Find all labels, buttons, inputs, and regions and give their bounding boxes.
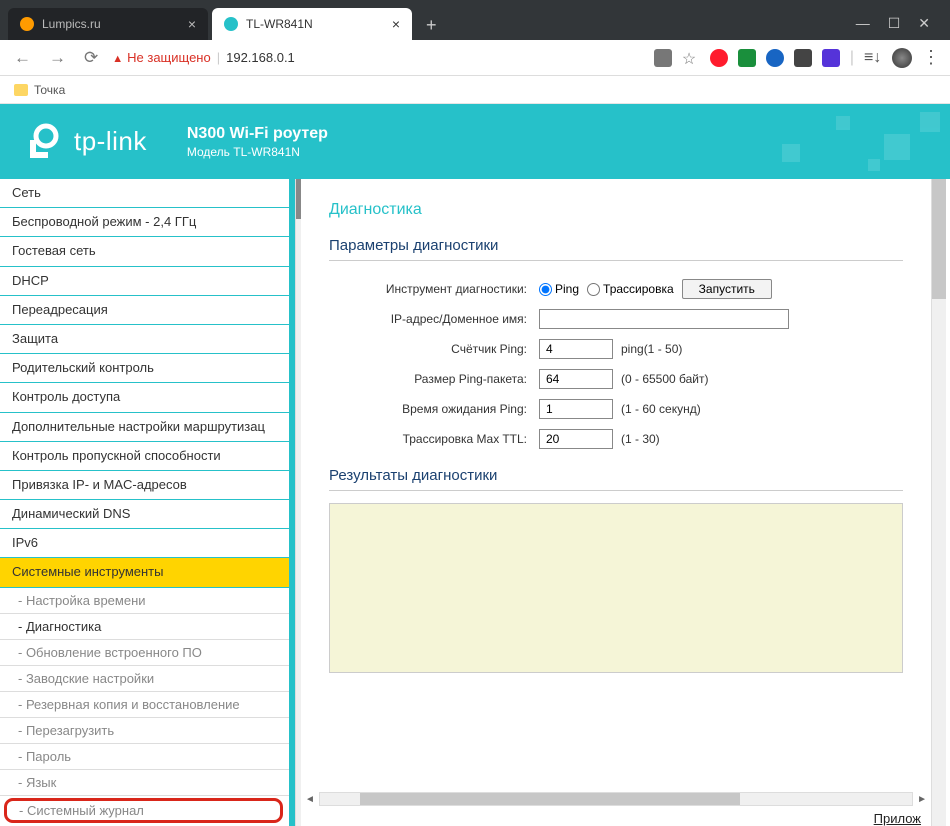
ext-translate-icon[interactable] <box>654 49 672 67</box>
sidebar[interactable]: СетьБеспроводной режим - 2,4 ГГцГостевая… <box>0 179 295 826</box>
sidebar-sub-item[interactable]: - Настройка времени <box>0 588 289 614</box>
ping-timeout-input[interactable] <box>539 399 613 419</box>
tab-inactive[interactable]: Lumpics.ru × <box>8 8 208 40</box>
maximize-icon[interactable]: ☐ <box>888 15 901 32</box>
ext-ad-icon[interactable] <box>822 49 840 67</box>
brand-text: tp-link <box>74 126 147 157</box>
sidebar-item[interactable]: Привязка IP- и MAC-адресов <box>0 471 289 500</box>
vertical-scrollbar[interactable] <box>931 179 946 826</box>
sidebar-item[interactable]: Защита <box>0 325 289 354</box>
profile-avatar[interactable] <box>892 48 912 68</box>
sidebar-item[interactable]: Беспроводной режим - 2,4 ГГц <box>0 208 289 237</box>
label-tool: Инструмент диагностики: <box>329 282 539 296</box>
ext-list-icon[interactable]: ≡↓ <box>864 49 882 67</box>
ext-music-icon[interactable] <box>738 49 756 67</box>
sidebar-sub-item[interactable]: - Язык <box>0 770 289 796</box>
sidebar-item[interactable]: Гостевая сеть <box>0 237 289 266</box>
sidebar-item[interactable]: DHCP <box>0 267 289 296</box>
header-title: N300 Wi-Fi роутер <box>187 125 328 143</box>
header-subtitle: Модель TL-WR841N <box>187 145 328 159</box>
sidebar-item[interactable]: Контроль пропускной способности <box>0 442 289 471</box>
window-controls: — ☐ ✕ <box>844 15 942 40</box>
radio-ping[interactable]: Ping <box>539 282 579 296</box>
reload-icon[interactable]: ⟳ <box>80 44 102 72</box>
folder-icon <box>14 84 28 96</box>
ext-opera-icon[interactable] <box>710 49 728 67</box>
sidebar-item[interactable]: Сеть <box>0 179 289 208</box>
trace-ttl-input[interactable] <box>539 429 613 449</box>
results-title: Результаты диагностики <box>329 467 903 491</box>
sidebar-sub-item[interactable]: - Перезагрузить <box>0 718 289 744</box>
radio-trace[interactable]: Трассировка <box>587 282 674 296</box>
hint-count: ping(1 - 50) <box>621 342 682 356</box>
address-bar: ← → ⟳ Не защищено | 192.168.0.1 ☆ | ≡↓ ⋮ <box>0 40 950 76</box>
close-icon[interactable]: × <box>188 16 196 32</box>
favicon <box>20 17 34 31</box>
label-ttl: Трассировка Max TTL: <box>329 432 539 446</box>
tab-label: Lumpics.ru <box>42 17 101 31</box>
tab-active[interactable]: TL-WR841N × <box>212 8 412 40</box>
sidebar-item[interactable]: Динамический DNS <box>0 500 289 529</box>
sidebar-item[interactable]: IPv6 <box>0 529 289 558</box>
header-pattern <box>690 104 950 179</box>
content-inner: Диагностика Параметры диагностики Инстру… <box>301 179 931 791</box>
security-warning: Не защищено <box>112 50 210 65</box>
hint-timeout: (1 - 60 секунд) <box>621 402 701 416</box>
ext-star-icon[interactable]: ☆ <box>682 49 700 67</box>
label-timeout: Время ожидания Ping: <box>329 402 539 416</box>
page-title: Диагностика <box>329 201 903 219</box>
tplink-logo-icon <box>24 122 64 162</box>
footer-link[interactable]: Прилож <box>301 807 931 826</box>
results-box <box>329 503 903 673</box>
ip-input[interactable] <box>539 309 789 329</box>
label-ip: IP-адрес/Доменное имя: <box>329 312 539 326</box>
ext-cube-icon[interactable] <box>794 49 812 67</box>
horizontal-scrollbar[interactable]: ◄ ► <box>301 791 931 807</box>
url-field[interactable]: Не защищено | 192.168.0.1 <box>112 50 644 65</box>
close-icon[interactable]: × <box>392 16 400 32</box>
label-size: Размер Ping-пакета: <box>329 372 539 386</box>
extensions: ☆ | ≡↓ ⋮ <box>654 47 940 68</box>
menu-icon[interactable]: ⋮ <box>922 47 940 68</box>
forward-icon[interactable]: → <box>45 44 70 72</box>
sidebar-item-system-log-highlighted[interactable]: - Системный журнал <box>4 798 283 823</box>
sidebar-item-system-tools[interactable]: Системные инструменты <box>0 558 289 587</box>
bookmark-folder[interactable]: Точка <box>14 83 65 97</box>
browser-tab-strip: Lumpics.ru × TL-WR841N × + — ☐ ✕ <box>0 0 950 40</box>
ping-size-input[interactable] <box>539 369 613 389</box>
back-icon[interactable]: ← <box>10 44 35 72</box>
sidebar-sub-item[interactable]: - Резервная копия и восстановление <box>0 692 289 718</box>
url-text: 192.168.0.1 <box>226 50 295 65</box>
section-title: Параметры диагностики <box>329 237 903 261</box>
bookmark-label: Точка <box>34 83 65 97</box>
run-button[interactable]: Запустить <box>682 279 772 299</box>
hint-ttl: (1 - 30) <box>621 432 660 446</box>
content-area: Диагностика Параметры диагностики Инстру… <box>295 179 950 826</box>
label-count: Счётчик Ping: <box>329 342 539 356</box>
sidebar-item[interactable]: Переадресация <box>0 296 289 325</box>
sidebar-item[interactable]: Дополнительные настройки маршрутизац <box>0 413 289 442</box>
hint-size: (0 - 65500 байт) <box>621 372 709 386</box>
favicon <box>224 17 238 31</box>
sidebar-sub-item[interactable]: - Пароль <box>0 744 289 770</box>
ext-globe-icon[interactable] <box>766 49 784 67</box>
close-window-icon[interactable]: ✕ <box>918 15 930 32</box>
tab-label: TL-WR841N <box>246 17 313 31</box>
sidebar-sub-item[interactable]: - Обновление встроенного ПО <box>0 640 289 666</box>
ping-count-input[interactable] <box>539 339 613 359</box>
new-tab-button[interactable]: + <box>416 11 447 40</box>
sidebar-item[interactable]: Родительский контроль <box>0 354 289 383</box>
minimize-icon[interactable]: — <box>856 15 870 32</box>
bookmark-bar: Точка <box>0 76 950 104</box>
sidebar-sub-item[interactable]: - Заводские настройки <box>0 666 289 692</box>
sidebar-sub-item[interactable]: - Диагностика <box>0 614 289 640</box>
router-header: tp-link N300 Wi-Fi роутер Модель TL-WR84… <box>0 104 950 179</box>
sidebar-item[interactable]: Контроль доступа <box>0 383 289 412</box>
